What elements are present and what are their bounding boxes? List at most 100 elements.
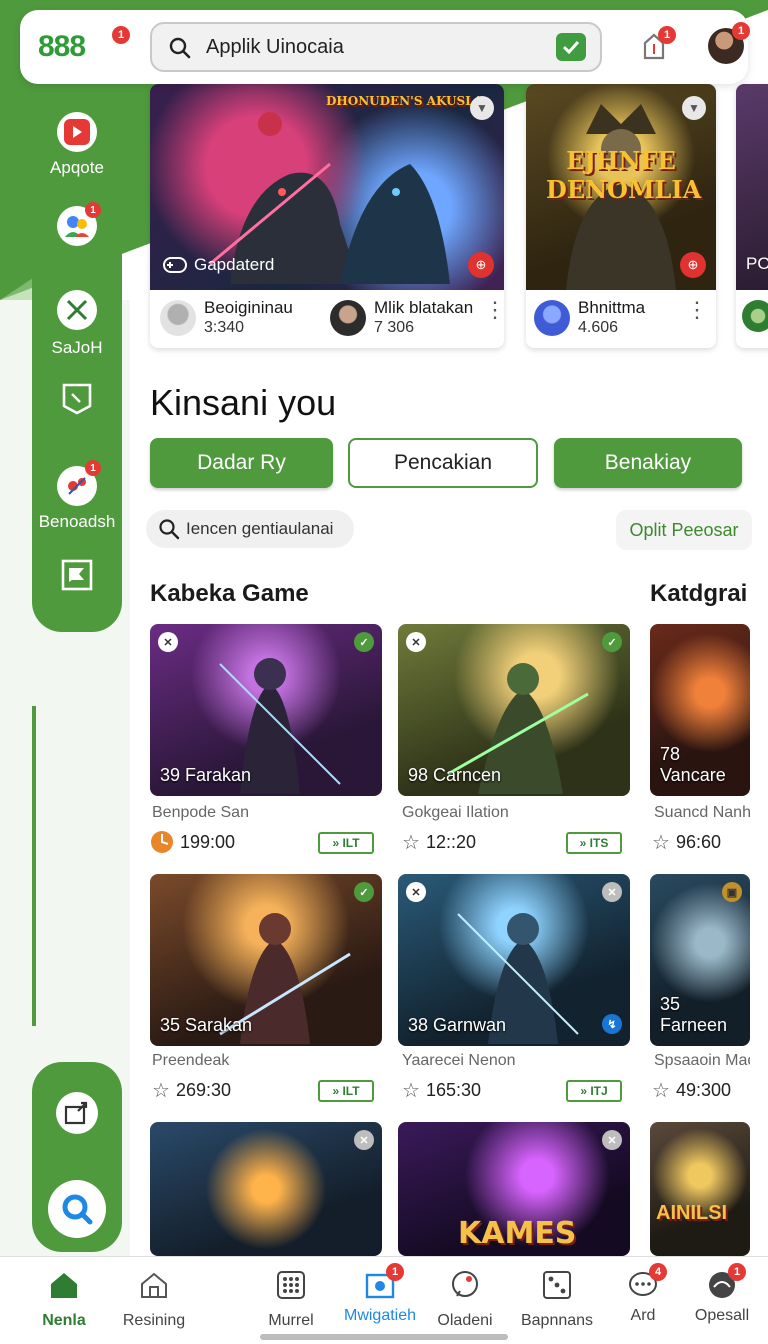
search-icon xyxy=(159,519,180,540)
game-rating-value: 49:300 xyxy=(675,1080,731,1100)
section-title-category[interactable]: Katdgrai xyxy=(650,580,747,608)
game-tag[interactable]: » ILT xyxy=(318,832,374,854)
close-icon[interactable]: ✕ xyxy=(406,882,426,902)
game-art-title: AINILSI xyxy=(656,1202,728,1224)
nav-item-mwigatieh[interactable]: 1 Mwigatieh xyxy=(340,1263,420,1325)
featured-menu-icon[interactable]: ▼ xyxy=(682,96,706,120)
check-icon[interactable] xyxy=(556,33,586,61)
star-icon: ☆ xyxy=(402,832,420,854)
nav-label: Oladeni xyxy=(437,1312,493,1329)
nav-item-bapnnans[interactable]: Bapnnans xyxy=(518,1269,596,1330)
player-count: 7 306 xyxy=(374,319,415,336)
nav-label: Opesall xyxy=(694,1307,750,1324)
featured-caption-text: Gapdaterd xyxy=(194,255,275,274)
nav-item-opesall[interactable]: 1 Opesall xyxy=(690,1263,754,1325)
nav-item-resining[interactable]: Resining xyxy=(118,1269,190,1330)
home-indicator[interactable] xyxy=(260,1334,508,1340)
game-title: 35 Farneen xyxy=(660,994,728,1035)
search-input[interactable]: Applik Uinocaia xyxy=(206,36,344,59)
game-tag[interactable]: » ITS xyxy=(566,832,622,854)
player-avatar xyxy=(742,300,768,332)
game-card[interactable]: 78 Vancare xyxy=(650,624,750,796)
crossed-swords-icon xyxy=(57,290,97,330)
game-card[interactable]: ✕ KAMES xyxy=(398,1122,630,1256)
close-icon[interactable]: ✕ xyxy=(602,1130,622,1150)
game-subtitle: Spsaaoin Mao xyxy=(654,1052,750,1069)
featured-card[interactable]: PO xyxy=(736,84,768,348)
game-card[interactable]: ✕ ✕ ↯ 38 Garnwan xyxy=(398,874,630,1046)
bottom-nav: Nenla Resining Murrel 1 Mwigatieh Oladen… xyxy=(0,1256,768,1344)
game-title: 38 Garnwan xyxy=(408,1015,507,1035)
check-icon: ✓ xyxy=(354,632,374,652)
game-tag[interactable]: » ILT xyxy=(318,1080,374,1102)
game-card[interactable]: ✕ ✓ 39 Farakan xyxy=(150,624,382,796)
player-entry[interactable]: Bhnittma 4.606 xyxy=(534,298,645,338)
close-icon[interactable]: ✕ xyxy=(158,632,178,652)
game-subtitle: Benpode San xyxy=(152,804,249,821)
share-icon xyxy=(64,1101,88,1125)
game-card[interactable]: ✕ xyxy=(150,1122,382,1256)
game-rating: ☆ 269:30 xyxy=(152,1078,231,1103)
share-button[interactable] xyxy=(56,1092,98,1134)
search-bar[interactable]: Applik Uinocaia xyxy=(150,22,602,72)
game-rating-value: 165:30 xyxy=(425,1080,481,1100)
close-icon[interactable]: ✕ xyxy=(354,1130,374,1150)
featured-menu-icon[interactable]: ▼ xyxy=(470,96,494,120)
game-card[interactable]: ✓ 35 Sarakan xyxy=(150,874,382,1046)
featured-card[interactable]: DHONUDEN'S AKUSLA ▼ Gapdaterd ⊕ Beoigini… xyxy=(150,84,504,348)
game-card[interactable]: AINILSI xyxy=(650,1122,750,1256)
left-rail-lower xyxy=(32,1062,122,1252)
more-icon[interactable]: ⋮ xyxy=(686,299,708,321)
game-rating: ☆ 165:30 xyxy=(402,1078,481,1103)
rail-item-sajoh[interactable]: SaJoH xyxy=(32,290,122,358)
bug-icon: 1 xyxy=(57,460,101,506)
rail-item-bookmark[interactable] xyxy=(32,382,122,421)
rail-search-button[interactable] xyxy=(48,1180,106,1238)
app-logo[interactable]: 888 xyxy=(38,30,86,64)
game-rating-value: 199:00 xyxy=(180,831,236,852)
game-title: 39 Farakan xyxy=(160,765,252,785)
check-icon: ✓ xyxy=(602,632,622,652)
game-card[interactable]: ✕ ✓ 98 Carncen xyxy=(398,624,630,796)
more-icon[interactable]: ⋮ xyxy=(484,299,504,321)
fire-icon xyxy=(151,831,173,853)
player-entry[interactable]: Beoigininau 3:340 xyxy=(160,298,293,338)
logo-badge: 1 xyxy=(112,26,130,44)
filter-button-benakiay[interactable]: Benakiay xyxy=(554,438,742,488)
nav-item-murrel[interactable]: Murrel xyxy=(262,1269,320,1330)
player-name: Bhnittma xyxy=(578,298,646,317)
nav-item-oladeni[interactable]: Oladeni xyxy=(434,1269,496,1330)
category-search-input[interactable]: Iencen gentiaulanai xyxy=(146,510,354,548)
rail-label: SaJoH xyxy=(51,338,103,357)
close-icon[interactable]: ✕ xyxy=(602,882,622,902)
featured-card[interactable]: EJHNFE DENOMLIA ▼ ⊕ Bhnittma 4.606 ⋮ xyxy=(526,84,716,348)
game-tag[interactable]: » ITJ xyxy=(566,1080,622,1102)
gamepad-icon xyxy=(163,257,187,273)
top-bar: 888 1 Applik Uinocaia 1 1 xyxy=(20,10,750,84)
rail-item-benoadsh[interactable]: 1 Benoadsh xyxy=(32,460,122,532)
filter-button-pencakian[interactable]: Pencakian xyxy=(348,438,538,488)
featured-art-title: EJHNFE DENOMLIA xyxy=(546,146,702,204)
player-entry[interactable]: Mlik blatakan 7 306 xyxy=(330,298,473,338)
star-icon: ☆ xyxy=(152,1080,170,1102)
notification-button[interactable]: 1 xyxy=(640,26,676,67)
game-card[interactable]: ▣ 35 Farneen xyxy=(650,874,750,1046)
controller-badge-icon: ⊕ xyxy=(680,252,706,278)
play-icon xyxy=(57,112,97,152)
rail-item-flag[interactable] xyxy=(32,558,122,597)
home-icon xyxy=(51,1273,77,1298)
game-rating-value: 269:30 xyxy=(175,1080,231,1100)
nav-badge: 4 xyxy=(649,1263,667,1281)
search-icon xyxy=(62,1194,93,1225)
nav-item-ard[interactable]: 4 Ard xyxy=(620,1263,667,1325)
star-icon: ☆ xyxy=(402,1080,420,1102)
rail-item-people[interactable]: 1 xyxy=(32,202,122,246)
nav-item-home[interactable]: Nenla xyxy=(40,1269,88,1330)
close-icon[interactable]: ✕ xyxy=(406,632,426,652)
dice-icon xyxy=(543,1271,571,1299)
filter-button-dadar[interactable]: Dadar Ry xyxy=(150,438,333,488)
section-title-games: Kabeka Game xyxy=(150,580,309,607)
rail-badge: 1 xyxy=(85,202,101,218)
rail-item-apqote[interactable]: Apqote xyxy=(32,112,122,178)
option-link[interactable]: Oplit Peeosar xyxy=(616,510,752,550)
